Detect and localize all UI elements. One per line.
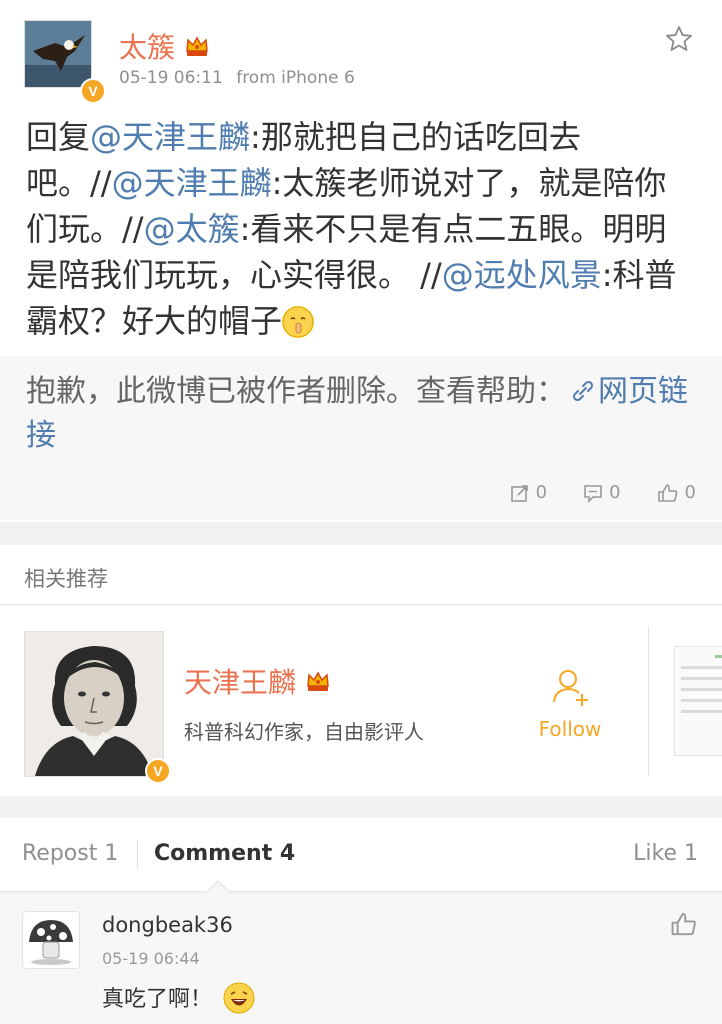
tab-separator [137,840,138,868]
like-action[interactable]: 0 [657,482,696,503]
shush-emoji-icon [282,306,315,338]
comment-text-content: 真吃了啊！ [102,987,213,1012]
thumbs-up-icon [657,483,677,502]
mention-link[interactable]: @太簇 [144,210,240,248]
comment-text: 真吃了啊！ [102,981,255,1020]
related-user-avatar[interactable]: V [24,631,171,784]
repost-action[interactable]: 0 [510,482,547,503]
post-meta: 05-19 06:11 from iPhone 6 [119,68,363,88]
mention-link[interactable]: @天津王麟 [112,164,272,202]
mushroom-avatar-image [29,920,73,965]
laughing-emoji-icon [223,982,255,1020]
next-recommendation-card[interactable] [674,646,722,756]
author-avatar[interactable]: V [24,20,106,104]
repost-count: 0 [535,482,548,503]
tab-repost[interactable]: Repost 1 [22,841,118,866]
deleted-notice-text: 抱歉，此微博已被作者删除。查看帮助： [26,374,566,409]
portrait-avatar-image [25,632,163,776]
commenter-avatar[interactable] [22,911,80,969]
author-name-text: 太簇 [119,31,176,64]
verified-badge: V [145,758,171,784]
related-title: 相关推荐 [24,567,108,591]
comment-icon [584,484,602,503]
post-body: 回复@天津王麟:那就把自己的话吃回去吧。//@天津王麟:太簇老师说对了，就是陪你… [26,114,698,344]
comment-like-icon[interactable] [670,911,698,941]
related-user-name[interactable]: 天津王麟 [184,661,331,701]
related-user-name-text: 天津王麟 [184,666,297,699]
commenter-name[interactable]: dongbeak36 [102,913,233,937]
post-text-segment: 回复 [26,118,91,156]
verified-badge: V [80,78,106,104]
follow-button[interactable]: Follow [528,666,612,741]
eagle-avatar-image [24,20,92,88]
comment-item: dongbeak36 05-19 06:44 真吃了啊！ [0,893,722,1024]
tab-comment[interactable]: Comment 4 [154,841,295,866]
comment-count: 0 [609,482,621,503]
related-section-header: 相关推荐 [0,545,722,605]
card-divider [648,626,649,776]
mention-link[interactable]: @远处风景 [442,256,602,294]
crown-icon [184,33,210,66]
related-user-card[interactable]: V 天津王麟 科普科幻作家，自由影评人 Follow [0,606,722,796]
author-name[interactable]: 太簇 [119,26,210,66]
favorite-star-icon[interactable] [664,24,694,54]
post-source: from iPhone 6 [236,68,355,88]
mention-link[interactable]: @天津王麟 [90,118,250,156]
related-user-description: 科普科幻作家，自由影评人 [184,720,424,744]
link-icon [572,380,594,402]
post-action-bar: 0 0 0 [510,482,696,503]
add-user-icon [553,670,588,706]
interaction-tabs: Repost 1 Comment 4 Like 1 [0,818,722,892]
comment-action[interactable]: 0 [583,482,621,503]
tab-like[interactable]: Like 1 [633,841,698,866]
follow-label: Follow [538,717,602,741]
weibo-post: V 太簇 05-19 06:11 from iPhone 6 回复@天津王麟:那… [0,0,722,522]
repost-icon [510,484,528,502]
deleted-notice: 抱歉，此微博已被作者删除。查看帮助： 网页链接 [26,370,696,458]
post-timestamp: 05-19 06:11 [119,68,223,88]
like-count: 0 [684,482,696,503]
comment-time: 05-19 06:44 [102,949,200,968]
crown-icon [305,668,331,701]
